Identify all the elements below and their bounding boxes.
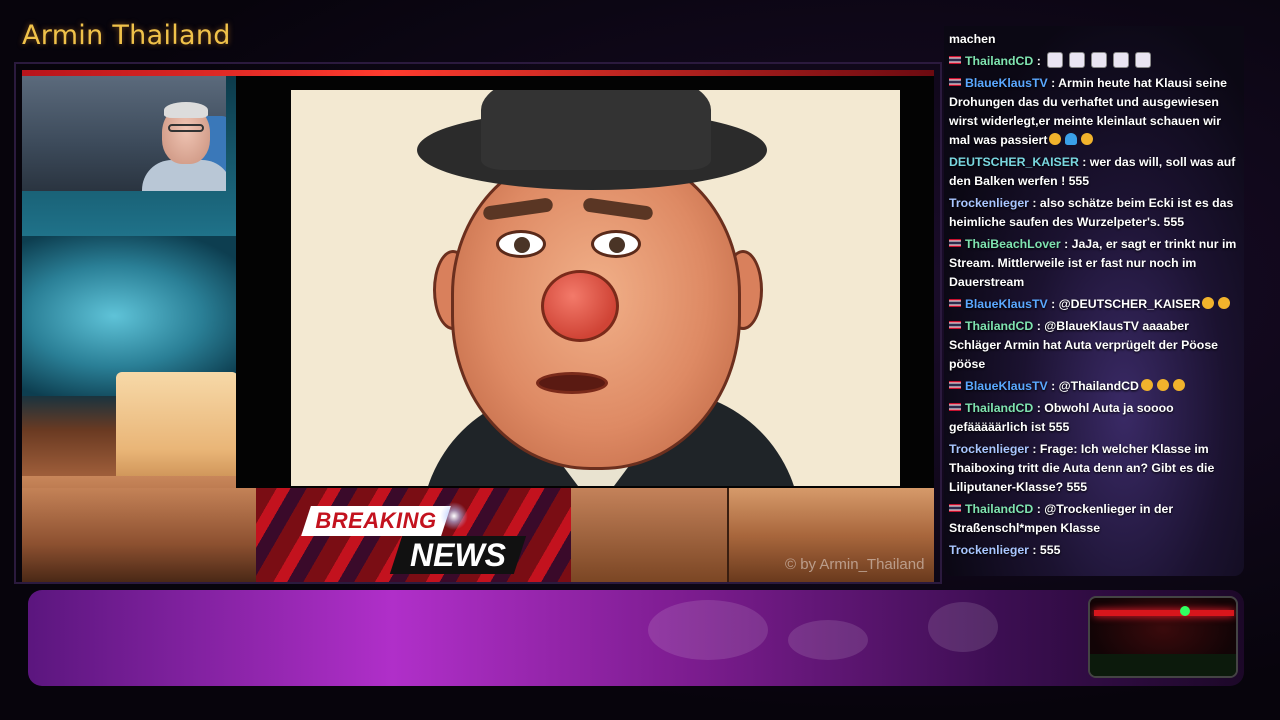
chat-separator: : [1047,297,1059,311]
thailand-flag-icon [949,56,961,64]
cartoon-eye-right [591,230,641,258]
cartoon-eye-left [496,230,546,258]
chat-username[interactable]: DEUTSCHER_KAISER [949,155,1079,169]
webcam-person-body [142,160,226,191]
thailand-flag-icon [949,504,961,512]
cartoon-hat-top [481,90,711,170]
webcam-person-hair [164,102,208,118]
chat-message-text: @ThailandCD [1058,379,1139,393]
chat-username[interactable]: ThaiBeachLover [965,237,1061,251]
chat-lead-text: machen [949,32,996,46]
chat-separator: : [1033,319,1045,333]
webcam-feed [22,76,226,191]
chat-username[interactable]: ThailandCD [965,502,1033,516]
chat-message: BlaueKlausTV : Armin heute hat Klausi se… [949,74,1241,150]
laughing-emoji-icon [1172,379,1185,391]
chat-message: ThaiBeachLover : JaJa, er sagt er trinkt… [949,235,1241,292]
thailand-flag-icon [949,321,961,329]
chat-message-text: @DEUTSCHER_KAISER [1058,297,1201,311]
thailand-flag-icon [949,239,961,247]
laughing-emoji-icon [1081,133,1094,145]
chat-message: ThailandCD : @BlaueKlausTV aaaaber Schlä… [949,317,1241,374]
chat-message: ThailandCD : [949,52,1241,71]
emote-icon [1069,52,1086,68]
chat-separator: : [1060,237,1072,251]
chat-separator: : [1028,543,1040,557]
desk-panel [571,488,729,582]
chat-message: Trockenlieger : 555 [949,541,1241,560]
news-desk-left [22,488,256,582]
thailand-flag-icon [949,403,961,411]
bokeh-light [788,620,868,660]
chat-panel[interactable]: machen ThailandCD : BlaueKlausTV : Armin… [944,26,1244,576]
laughing-emoji-icon [1202,297,1215,309]
chat-message-list[interactable]: machen ThailandCD : BlaueKlausTV : Armin… [949,30,1241,563]
chat-separator: : [1028,442,1040,456]
mini-red-light [1094,610,1234,616]
chat-username[interactable]: ThailandCD [965,319,1033,333]
thailand-flag-icon [949,299,961,307]
chat-username[interactable]: BlaueKlausTV [965,379,1048,393]
chat-message-text: 555 [1039,543,1061,557]
laughing-emoji-icon [1140,379,1153,391]
bottom-bar [28,590,1244,686]
cartoon-nose [541,270,619,342]
thailand-flag-icon [949,381,961,389]
webcam-person-glasses [168,124,204,132]
news-label: NEWS [410,537,506,573]
breaking-label: BREAKING [315,508,437,533]
cartoon-mouth [536,372,608,394]
laughing-emoji-icon [1218,297,1231,309]
chat-message: Trockenlieger : also schätze beim Ecki i… [949,194,1241,232]
chat-username[interactable]: BlaueKlausTV [965,297,1048,311]
bokeh-light [928,602,998,652]
thailand-flag-icon [949,78,961,86]
emote-icon [1113,52,1130,68]
breaking-news-banner: BREAKING NEWS [256,488,571,582]
mini-camera-preview [1088,596,1238,678]
main-video-cartoon[interactable] [291,90,900,486]
chat-separator: : [1028,196,1040,210]
chat-username[interactable]: Trockenlieger [949,543,1029,557]
bokeh-light [648,600,768,660]
emote-icon [1047,52,1064,68]
laughing-emoji-icon [1049,133,1062,145]
mini-green-light [1180,606,1190,616]
chat-username[interactable]: Trockenlieger [949,442,1029,456]
emote-icon [1091,52,1108,68]
chat-separator: : [1033,502,1045,516]
breaking-label-box: BREAKING [301,506,451,536]
blue-heart-icon [1065,133,1078,145]
chat-separator: : [1047,379,1059,393]
chat-message: ThailandCD : Obwohl Auta ja soooo gefäää… [949,399,1241,437]
chat-username[interactable]: ThailandCD [965,401,1033,415]
chat-separator: : [1078,155,1090,169]
watermark-text: © by Armin_Thailand [785,556,925,573]
channel-title: Armin Thailand [22,20,231,51]
chat-message: BlaueKlausTV : @DEUTSCHER_KAISER [949,295,1241,314]
chat-message: BlaueKlausTV : @ThailandCD [949,377,1241,396]
lens-flare-icon [440,502,468,530]
emote-icon [1135,52,1152,68]
chat-separator: : [1047,76,1059,90]
laughing-emoji-icon [1156,379,1169,391]
chat-separator: : [1033,54,1045,68]
chat-message: ThailandCD : @Trockenlieger in der Straß… [949,500,1241,538]
chat-message: DEUTSCHER_KAISER : wer das will, soll wa… [949,153,1241,191]
chat-username[interactable]: ThailandCD [965,54,1033,68]
news-label-box: NEWS [389,536,527,574]
mini-floor [1090,654,1236,676]
chat-message: Trockenlieger : Frage: Ich welcher Klass… [949,440,1241,497]
chat-separator: : [1033,401,1045,415]
chat-username[interactable]: BlaueKlausTV [965,76,1048,90]
chat-username[interactable]: Trockenlieger [949,196,1029,210]
